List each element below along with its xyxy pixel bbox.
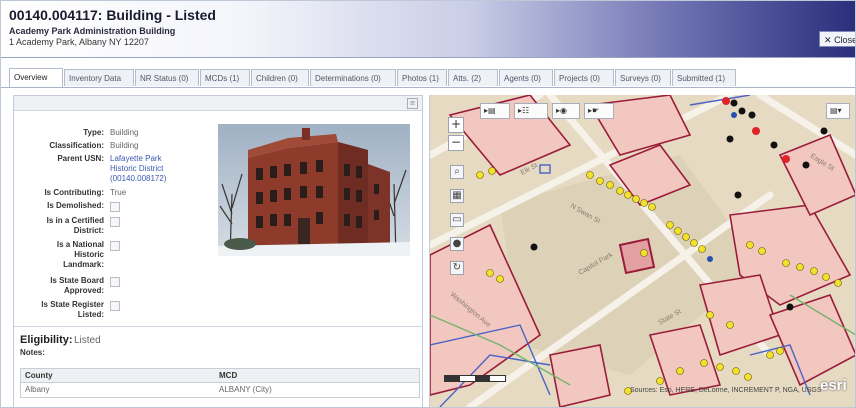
legend-icon: ▸☷ bbox=[518, 106, 530, 115]
measure-tool[interactable]: ▭ bbox=[450, 213, 464, 227]
demolished-checkbox[interactable] bbox=[110, 202, 120, 212]
layers-icon: ▸▤ bbox=[484, 106, 496, 115]
close-button[interactable]: ✕ Close bbox=[819, 31, 856, 47]
select-icon: ▦ bbox=[452, 190, 462, 201]
demolished-label: Is Demolished: bbox=[47, 201, 104, 210]
stateregister-label-1: Is State Register bbox=[41, 300, 104, 309]
bookmark-tool[interactable]: ● bbox=[450, 237, 464, 251]
panel-toolbar: ≡ bbox=[14, 96, 422, 111]
eligibility-label: Eligibility: bbox=[20, 334, 73, 346]
bookmark-icon: ● bbox=[452, 238, 462, 249]
map-options-button[interactable]: ▤▾ bbox=[826, 103, 850, 119]
globe-icon: ▸◉ bbox=[556, 106, 567, 115]
map-attribution: Sources: Esri, HERE, DeLorme, INCREMENT … bbox=[630, 387, 822, 394]
map-view[interactable]: Elk St N Swan St Capitol Park Eagle St W… bbox=[429, 95, 856, 407]
stateboard-checkbox[interactable] bbox=[110, 277, 120, 287]
stateregister-label-2: Listed: bbox=[77, 310, 104, 319]
certified-label-1: Is in a Certified bbox=[46, 216, 104, 225]
measure-icon: ▭ bbox=[452, 214, 462, 225]
landmark-label-1: Is a National bbox=[56, 240, 104, 249]
record-title: 00140.004117: Building - Listed bbox=[9, 7, 216, 23]
classification-label: Classification: bbox=[49, 141, 104, 150]
map-canvas[interactable]: Elk St N Swan St Capitol Park Eagle St W… bbox=[430, 95, 856, 407]
scale-bar bbox=[444, 375, 506, 382]
collapse-icon[interactable]: ≡ bbox=[407, 98, 418, 109]
tab-photos[interactable]: Photos (1) bbox=[397, 69, 447, 86]
basemap-tool-button[interactable]: ▸◉ bbox=[552, 103, 580, 119]
table-row[interactable]: Albany ALBANY (City) bbox=[21, 383, 419, 397]
county-header[interactable]: County bbox=[25, 371, 53, 380]
record-subtitle: Academy Park Administration Building bbox=[9, 26, 176, 36]
contributing-label: Is Contributing: bbox=[44, 188, 104, 197]
tab-atts[interactable]: Atts. (2) bbox=[448, 69, 498, 86]
dropdown-icon: ▤▾ bbox=[830, 106, 842, 115]
tab-bar: Overview Inventory Data NR Status (0) MC… bbox=[1, 67, 855, 88]
hand-icon: ▸☛ bbox=[588, 106, 600, 115]
section-divider bbox=[14, 326, 422, 327]
close-icon: ✕ bbox=[824, 35, 832, 45]
mcd-header[interactable]: MCD bbox=[219, 371, 237, 380]
type-value: Building bbox=[110, 128, 139, 137]
plus-icon: + bbox=[450, 117, 462, 131]
close-label: Close bbox=[834, 35, 856, 45]
tab-projects[interactable]: Projects (0) bbox=[554, 69, 614, 86]
classification-value: Building bbox=[110, 141, 139, 150]
certified-checkbox[interactable] bbox=[110, 217, 120, 227]
refresh-tool[interactable]: ↻ bbox=[450, 261, 464, 275]
stateregister-checkbox[interactable] bbox=[110, 301, 120, 311]
tab-submitted[interactable]: Submitted (1) bbox=[672, 69, 736, 86]
parent-usn-link-2[interactable]: Historic District bbox=[110, 164, 163, 174]
tab-determinations[interactable]: Determinations (0) bbox=[310, 69, 396, 86]
parent-usn-label: Parent USN: bbox=[57, 154, 104, 163]
stateboard-label-1: Is State Board bbox=[50, 276, 104, 285]
legend-tool-button[interactable]: ▸☷ bbox=[514, 103, 548, 119]
table-header: County MCD bbox=[21, 369, 419, 383]
overview-panel: ≡ Type: Building Classification: Buildin… bbox=[13, 95, 423, 407]
esri-logo: esri bbox=[820, 377, 847, 394]
record-header: 00140.004117: Building - Listed Academy … bbox=[1, 1, 855, 58]
type-label: Type: bbox=[83, 128, 104, 137]
tab-overview[interactable]: Overview bbox=[9, 68, 63, 87]
zoom-out-button[interactable]: − bbox=[448, 135, 464, 151]
tab-children[interactable]: Children (0) bbox=[251, 69, 309, 86]
refresh-icon: ↻ bbox=[452, 262, 462, 273]
zoom-in-button[interactable]: + bbox=[448, 117, 464, 133]
mcd-cell: ALBANY (City) bbox=[219, 385, 272, 394]
select-tool[interactable]: ▦ bbox=[450, 189, 464, 203]
contributing-value: True bbox=[110, 188, 127, 197]
record-address: 1 Academy Park, Albany NY 12207 bbox=[9, 37, 149, 47]
minus-icon: − bbox=[450, 135, 462, 149]
tab-inventory-data[interactable]: Inventory Data bbox=[64, 69, 134, 86]
landmark-label-2: Historic bbox=[74, 250, 104, 259]
stateboard-label-2: Approved: bbox=[64, 286, 104, 295]
landmark-label-3: Landmark: bbox=[63, 260, 104, 269]
landmark-checkbox[interactable] bbox=[110, 241, 120, 251]
tab-mcds[interactable]: MCDs (1) bbox=[200, 69, 250, 86]
parent-usn-link-1[interactable]: Lafayette Park bbox=[110, 154, 162, 164]
magnify-icon: ⌕ bbox=[454, 166, 460, 177]
layers-tool-button[interactable]: ▸▤ bbox=[480, 103, 510, 119]
building-photo-image bbox=[218, 124, 410, 256]
magnify-tool[interactable]: ⌕ bbox=[450, 165, 464, 179]
identify-tool-button[interactable]: ▸☛ bbox=[584, 103, 614, 119]
eligibility-value: Listed bbox=[74, 335, 101, 346]
property-record-window: 00140.004117: Building - Listed Academy … bbox=[0, 0, 856, 408]
mcd-table: County MCD Albany ALBANY (City) bbox=[20, 368, 420, 398]
tab-surveys[interactable]: Surveys (0) bbox=[615, 69, 671, 86]
parent-usn-link-3[interactable]: (00140.008172) bbox=[110, 174, 167, 184]
tab-agents[interactable]: Agents (0) bbox=[499, 69, 553, 86]
tab-nr-status[interactable]: NR Status (0) bbox=[135, 69, 199, 86]
building-photo[interactable] bbox=[218, 124, 410, 256]
certified-label-2: District: bbox=[73, 226, 104, 235]
notes-label: Notes: bbox=[20, 348, 45, 357]
county-cell: Albany bbox=[25, 385, 50, 394]
